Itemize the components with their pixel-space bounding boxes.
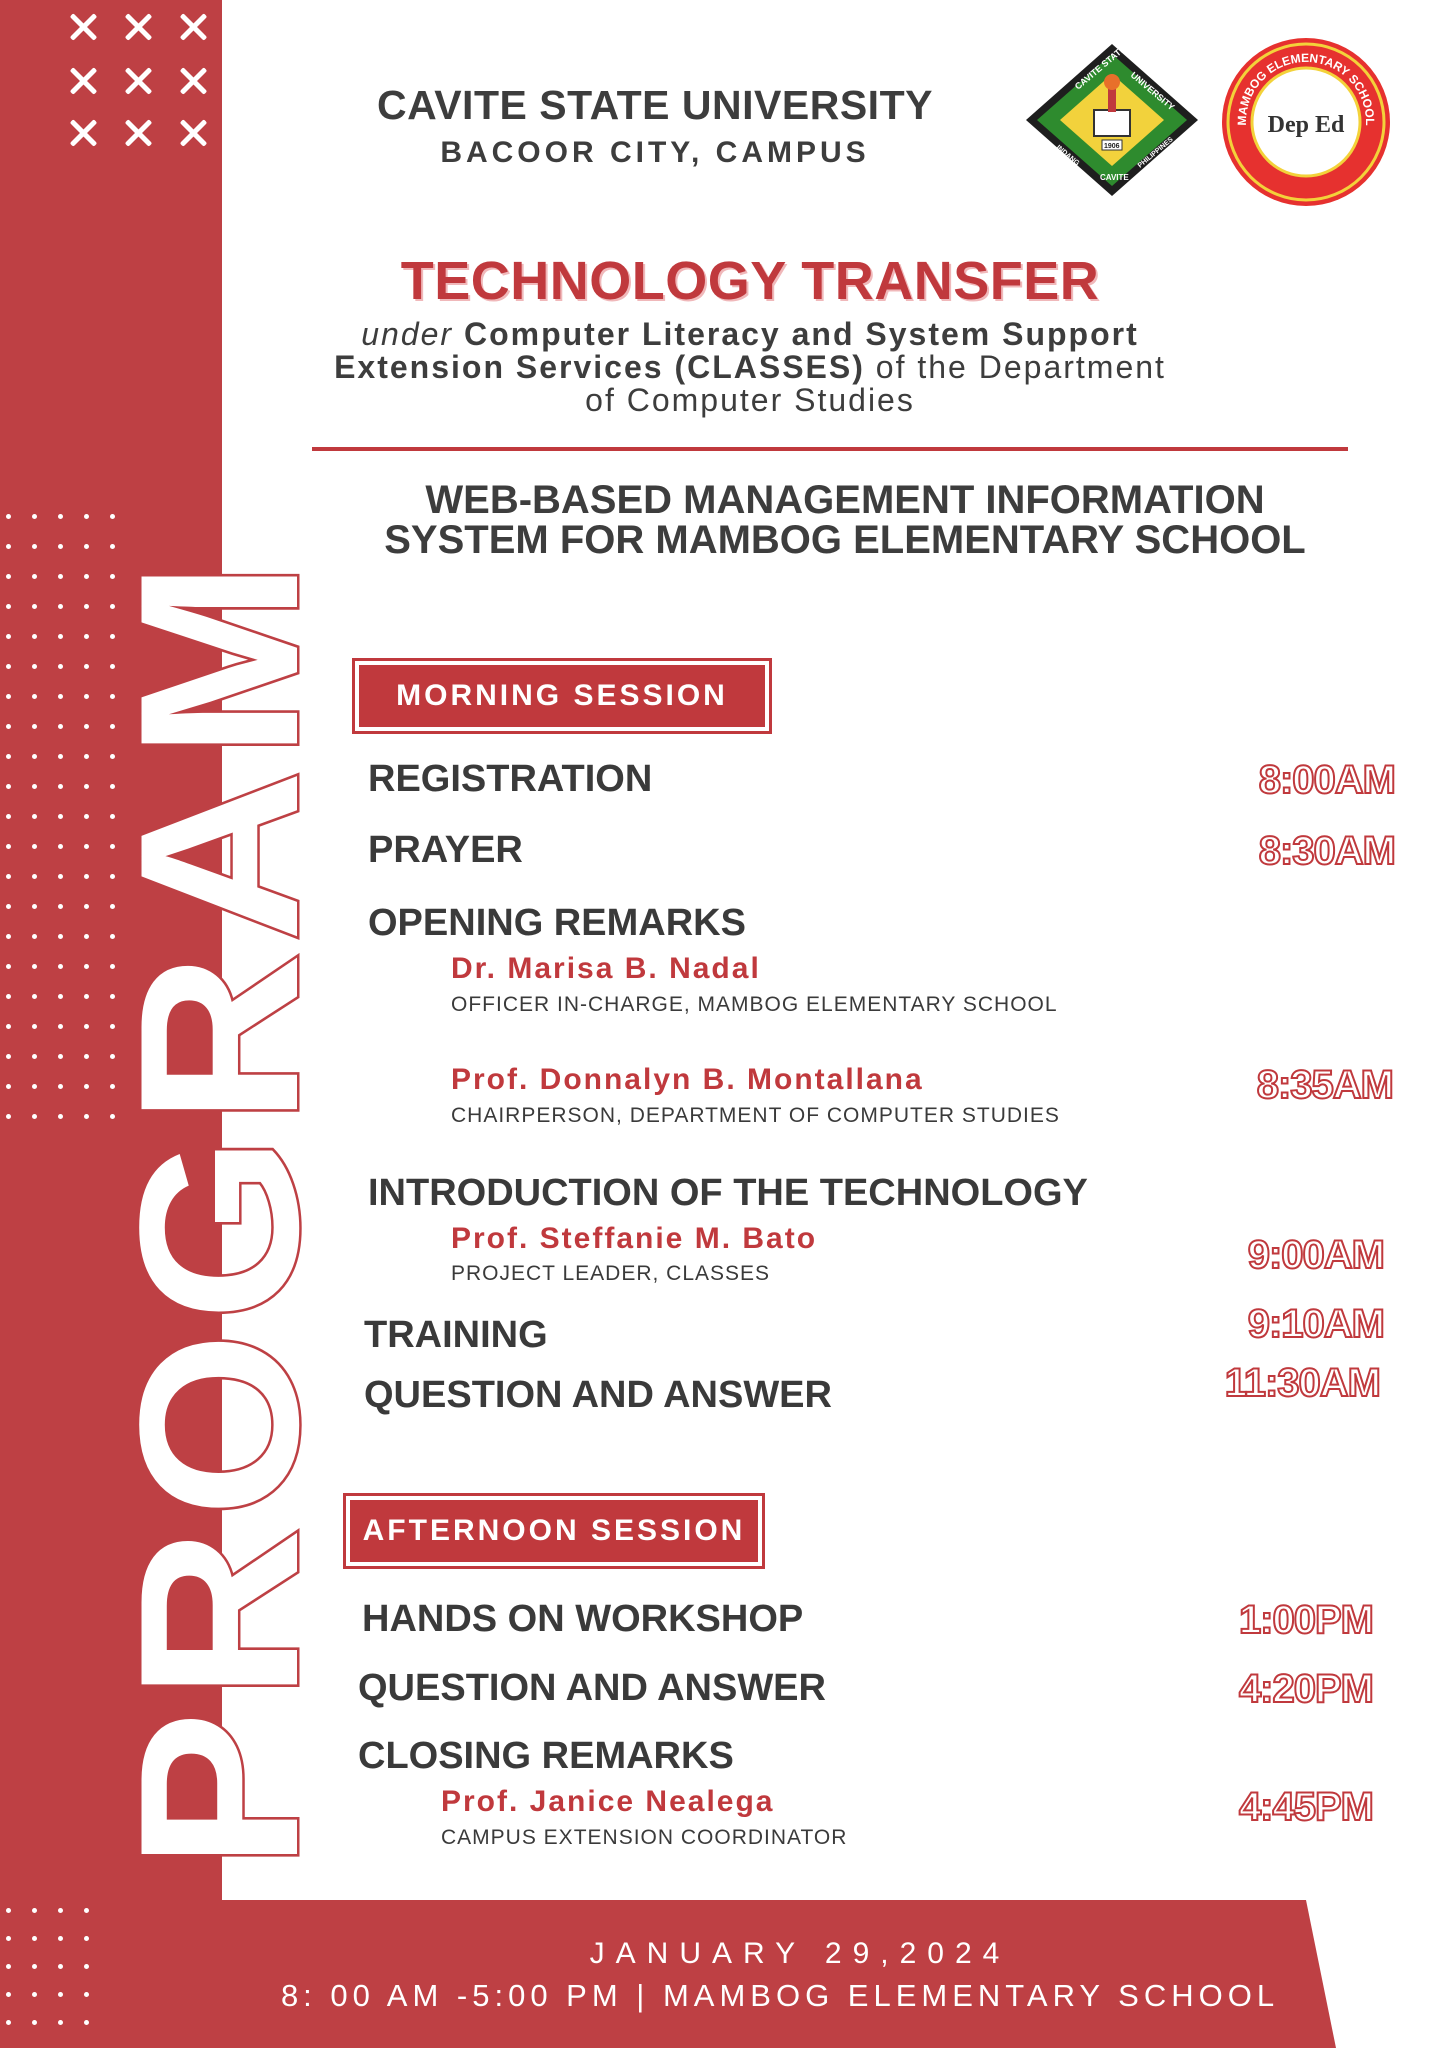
afternoon-session-label: AFTERNOON SESSION [350, 1500, 758, 1562]
university-name: CAVITE STATE UNIVERSITY [377, 82, 933, 128]
dot-shape [84, 2020, 89, 2025]
program-vertical-title: PROGRAM [90, 548, 321, 1873]
introduction-item: INTRODUCTION OF THE TECHNOLOGY [368, 1172, 1088, 1214]
training-time: 9:10AM [1247, 1301, 1386, 1347]
header-divider [312, 447, 1348, 451]
project-title-line2: SYSTEM FOR MAMBOG ELEMENTARY SCHOOL [384, 518, 1306, 562]
event-time-venue: 8: 00 AM -5:00 PM | MAMBOG ELEMENTARY SC… [280, 1978, 1280, 2013]
morning-session-label: MORNING SESSION [359, 665, 765, 727]
opening-speaker-1-role: OFFICER IN-CHARGE, MAMBOG ELEMENTARY SCH… [451, 993, 1058, 1016]
dot-shape [84, 1908, 89, 1913]
dot-shape [6, 1964, 11, 1969]
dot-shape [6, 1908, 11, 1913]
subtitle-under: under [361, 316, 454, 352]
seal-center-text: Dep Ed [1268, 112, 1345, 138]
cvsu-logo: CAVITE STATE UNIVERSITY INDANG CAVITE PH… [1026, 43, 1198, 196]
dot-shape [6, 2020, 11, 2025]
dot-shape [32, 1964, 37, 1969]
training-item: TRAINING [364, 1314, 548, 1356]
closing-speaker: Prof. Janice Nealega [441, 1785, 775, 1818]
dot-shape [6, 1936, 11, 1941]
introduction-speaker: Prof. Steffanie M. Bato [451, 1222, 818, 1255]
dot-shape [32, 1908, 37, 1913]
program-word-text: PROGRAM [92, 550, 320, 1870]
dot-shape [84, 1992, 89, 1997]
dot-shape [32, 1936, 37, 1941]
event-date: JANUARY 29,2024 [589, 1937, 1011, 1970]
afternoon-session-badge: AFTERNOON SESSION [343, 1493, 765, 1569]
introduction-speaker-role: PROJECT LEADER, CLASSES [451, 1262, 771, 1285]
footer-band [0, 1900, 1336, 2048]
morning-qa-time: 11:30AM [1224, 1360, 1382, 1406]
campus-name: BACOOR CITY, CAMPUS [440, 136, 870, 169]
opening-speaker-2: Prof. Donnalyn B. Montallana [451, 1063, 924, 1096]
registration-item: REGISTRATION [368, 758, 653, 800]
afternoon-qa-time: 4:20PM [1238, 1666, 1375, 1712]
cvsu-logo-year: 1906 [1104, 143, 1120, 150]
event-subtitle: under Computer Literacy and System Suppo… [330, 318, 1170, 417]
workshop-item: HANDS ON WORKSHOP [362, 1598, 804, 1640]
footer-dot-pattern [0, 1900, 150, 2048]
dot-shape [84, 1936, 89, 1941]
dot-shape [58, 1936, 63, 1941]
workshop-time: 1:00PM [1238, 1597, 1375, 1643]
closing-speaker-role: CAMPUS EXTENSION COORDINATOR [441, 1826, 848, 1849]
project-title-line1: WEB-BASED MANAGEMENT INFORMATION [425, 478, 1265, 522]
morning-session-badge: MORNING SESSION [352, 658, 772, 734]
opening-remarks-time: 8:35AM [1256, 1062, 1395, 1108]
closing-remarks-time: 4:45PM [1238, 1784, 1375, 1830]
opening-remarks-item: OPENING REMARKS [368, 902, 746, 944]
dot-shape [6, 1992, 11, 1997]
mambog-school-seal: MAMBOG ELEMENTARY SCHOOL BACOOR CAVITE D… [1222, 38, 1390, 206]
closing-remarks-item: CLOSING REMARKS [358, 1735, 734, 1777]
dot-shape [58, 2020, 63, 2025]
dot-shape [32, 1992, 37, 1997]
dot-shape [84, 1964, 89, 1969]
dot-shape [58, 1908, 63, 1913]
dot-shape [58, 1992, 63, 1997]
prayer-time: 8:30AM [1258, 828, 1397, 874]
opening-speaker-1: Dr. Marisa B. Nadal [451, 952, 761, 985]
introduction-time: 9:00AM [1247, 1232, 1386, 1278]
subtitle-department: of the Department [875, 349, 1166, 385]
dot-shape [32, 2020, 37, 2025]
prayer-item: PRAYER [368, 829, 523, 871]
dot-shape [58, 1964, 63, 1969]
subtitle-computer-studies: of Computer Studies [585, 382, 915, 418]
subtitle-classes: Extension Services (CLASSES) [334, 349, 865, 385]
project-title: WEB-BASED MANAGEMENT INFORMATION SYSTEM … [330, 480, 1360, 560]
registration-time: 8:00AM [1258, 757, 1397, 803]
cvsu-logo-bottom: CAVITE [1100, 173, 1129, 182]
opening-speaker-2-role: CHAIRPERSON, DEPARTMENT OF COMPUTER STUD… [451, 1104, 1060, 1127]
subtitle-program: Computer Literacy and System Support [463, 316, 1139, 352]
event-title: TECHNOLOGY TRANSFER [400, 251, 1100, 311]
afternoon-qa-item: QUESTION AND ANSWER [358, 1667, 826, 1709]
morning-qa-item: QUESTION AND ANSWER [364, 1374, 832, 1416]
